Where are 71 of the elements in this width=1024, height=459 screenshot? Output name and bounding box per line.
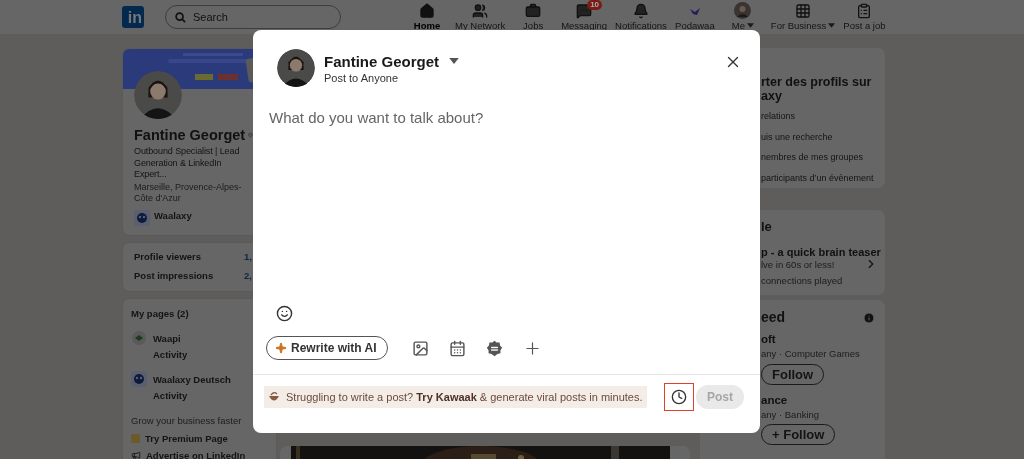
- company-name[interactable]: oft: [761, 332, 776, 346]
- profile-location: Marseille, Provence-Alpes-Côte d'Azur: [134, 181, 243, 205]
- page-logo-icon: [131, 371, 147, 387]
- sparkle-icon: [275, 342, 287, 354]
- link[interactable]: Advertise on LinkedIn: [146, 450, 246, 459]
- stat-value: 2,: [244, 270, 253, 282]
- card-title: le: [761, 220, 772, 234]
- avatar: [134, 71, 182, 119]
- page-name[interactable]: Waapi: [153, 333, 181, 345]
- stat-value: 1,: [244, 250, 253, 262]
- nav-item[interactable]: Jobs: [509, 0, 558, 35]
- nav-item[interactable]: Me: [718, 0, 767, 35]
- info-icon[interactable]: [863, 312, 875, 324]
- option-item[interactable]: participants d’un évènement: [761, 172, 874, 184]
- post-text-field[interactable]: What do you want to talk about?: [269, 109, 744, 299]
- page-name[interactable]: Waalaxy Deutsch: [153, 374, 231, 386]
- grid-icon: [795, 2, 812, 19]
- section-label: Grow your business faster: [131, 415, 242, 427]
- card-title: eed: [761, 310, 786, 324]
- bell-icon: [633, 2, 649, 19]
- avatar: [277, 49, 315, 87]
- nav-item[interactable]: 10 Messaging: [557, 0, 612, 35]
- company-meta: any · Banking: [761, 408, 820, 420]
- schedule-button[interactable]: [664, 383, 694, 411]
- linkedin-logo[interactable]: in: [122, 6, 144, 28]
- page-logo-icon: [134, 209, 150, 226]
- author-selector[interactable]: Fantine Georget Post to Anyone: [324, 52, 459, 84]
- notification-badge: 10: [587, 0, 603, 10]
- people-icon: [472, 2, 489, 19]
- profile-name[interactable]: Fantine Georget: [134, 127, 246, 143]
- pages-title: My pages (2): [131, 307, 189, 319]
- company-name[interactable]: Waalaxy: [154, 209, 192, 221]
- option-item[interactable]: nembres de mes groupes: [761, 152, 864, 164]
- played-count: connections played: [761, 274, 843, 286]
- link[interactable]: Try Premium Page: [145, 432, 228, 444]
- briefcase-icon: [525, 2, 542, 19]
- page-activity-link[interactable]: Activity: [153, 389, 188, 401]
- nav-item[interactable]: For Business: [766, 0, 840, 35]
- search-field[interactable]: Search: [165, 5, 341, 29]
- megaphone-icon: [131, 450, 141, 459]
- avatar: [734, 2, 752, 19]
- nav-item[interactable]: Podawaa: [670, 0, 719, 35]
- rewrite-button[interactable]: Rewrite with AI: [266, 336, 388, 360]
- nav-item[interactable]: Notifications: [611, 0, 671, 35]
- card-title: rter des profils sur axy: [761, 75, 872, 103]
- image-icon: [411, 339, 429, 357]
- search-icon: [175, 12, 186, 23]
- badge-icon: [485, 339, 503, 357]
- calendar-icon: [448, 339, 466, 357]
- premium-icon: [131, 433, 140, 443]
- promo-text: Struggling to write a post? Try Kawaak & generate viral posts in minutes.: [286, 391, 643, 403]
- clock-icon: [671, 389, 687, 405]
- promo-banner[interactable]: Struggling to write a post? Try Kawaak & generate viral posts in minutes.: [264, 386, 647, 408]
- company-meta: any · Computer Games: [761, 348, 860, 360]
- option-item[interactable]: relations: [761, 111, 796, 123]
- home-icon: [419, 2, 435, 19]
- option-item[interactable]: uis une recherche: [761, 131, 833, 143]
- nav-item[interactable]: My Network: [451, 0, 510, 35]
- bowl-icon: [268, 391, 280, 403]
- smiley-icon: [276, 305, 293, 322]
- company-name[interactable]: ance: [761, 392, 788, 407]
- emoji-button[interactable]: [274, 303, 295, 324]
- page-logo-icon: [131, 330, 147, 346]
- clipboard-icon: [856, 2, 873, 19]
- page-activity-link[interactable]: Activity: [153, 348, 188, 360]
- caret-icon: [449, 58, 459, 64]
- stat-label[interactable]: Post impressions: [134, 270, 214, 282]
- profile-headline: Outbound Specialist | Lead Generation & LinkedIn Expert...: [134, 146, 241, 181]
- nav-item[interactable]: Post a job: [839, 0, 890, 35]
- game-title[interactable]: p - a quick brain teaser: [761, 245, 881, 259]
- stat-label[interactable]: Profile viewers: [134, 250, 202, 262]
